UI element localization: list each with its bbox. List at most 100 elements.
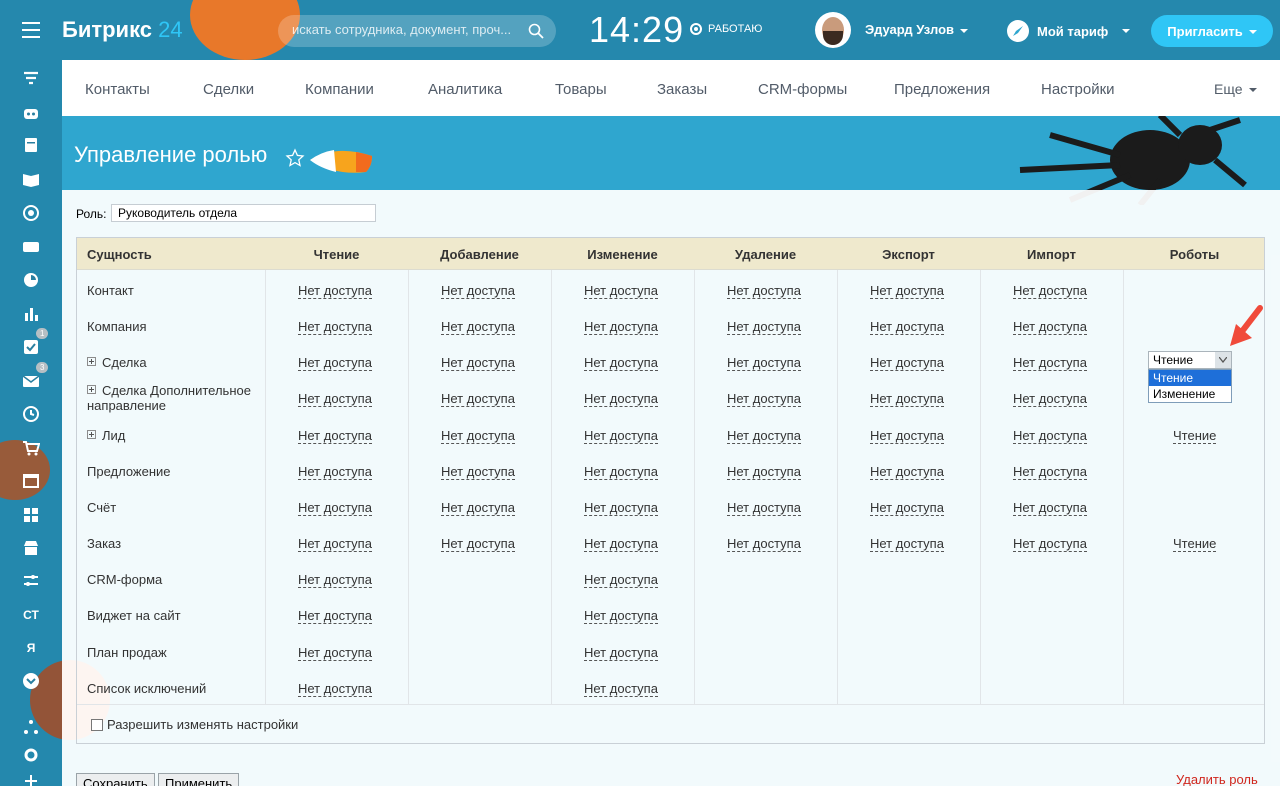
- permission-link[interactable]: Нет доступа: [298, 391, 372, 407]
- plus-icon[interactable]: [22, 772, 40, 786]
- expand-plus-icon[interactable]: [87, 385, 96, 394]
- apps-icon[interactable]: [22, 506, 40, 524]
- permission-link[interactable]: Нет доступа: [727, 283, 801, 299]
- permission-link[interactable]: Нет доступа: [584, 428, 658, 444]
- permission-link[interactable]: Нет доступа: [441, 355, 515, 371]
- tab-orders[interactable]: Заказы: [657, 81, 707, 98]
- target-icon[interactable]: [22, 204, 40, 222]
- time-icon[interactable]: [22, 405, 40, 423]
- settings-sliders-icon[interactable]: [22, 572, 40, 590]
- permission-link[interactable]: Нет доступа: [870, 536, 944, 552]
- permission-link[interactable]: Нет доступа: [441, 391, 515, 407]
- tab-deals[interactable]: Сделки: [203, 81, 254, 98]
- gear-icon[interactable]: [22, 746, 40, 764]
- permission-link[interactable]: Нет доступа: [584, 283, 658, 299]
- permission-link[interactable]: Нет доступа: [298, 319, 372, 335]
- permission-link[interactable]: Нет доступа: [584, 319, 658, 335]
- avatar[interactable]: [815, 12, 851, 48]
- document-icon[interactable]: [22, 136, 40, 154]
- clock-icon[interactable]: [22, 271, 40, 289]
- save-button[interactable]: Сохранить: [76, 773, 155, 786]
- permission-link[interactable]: Нет доступа: [441, 319, 515, 335]
- permission-link[interactable]: Нет доступа: [584, 681, 658, 697]
- sidebar-item-st[interactable]: СТ: [16, 608, 46, 622]
- permission-link[interactable]: Нет доступа: [298, 572, 372, 588]
- permission-link[interactable]: Нет доступа: [870, 500, 944, 516]
- permission-link[interactable]: Нет доступа: [1013, 464, 1087, 480]
- permission-link[interactable]: Нет доступа: [727, 536, 801, 552]
- permission-link[interactable]: Нет доступа: [584, 572, 658, 588]
- role-name-input[interactable]: [111, 204, 376, 222]
- permission-link[interactable]: Нет доступа: [584, 608, 658, 624]
- permission-link[interactable]: Нет доступа: [298, 464, 372, 480]
- mail-icon[interactable]: 3: [22, 362, 49, 390]
- expand-plus-icon[interactable]: [87, 430, 96, 439]
- chevron-down-icon[interactable]: [22, 672, 40, 690]
- permission-link[interactable]: Нет доступа: [441, 464, 515, 480]
- permission-link[interactable]: Нет доступа: [584, 536, 658, 552]
- tariff-menu[interactable]: Мой тариф: [1007, 20, 1131, 42]
- permission-link[interactable]: Нет доступа: [727, 391, 801, 407]
- store-icon[interactable]: [22, 539, 40, 557]
- tab-crm-forms[interactable]: CRM-формы: [758, 81, 847, 98]
- permission-link[interactable]: Нет доступа: [727, 355, 801, 371]
- tasks-icon[interactable]: 1: [22, 328, 49, 356]
- cart-icon[interactable]: [22, 439, 40, 457]
- permission-link[interactable]: Нет доступа: [727, 464, 801, 480]
- permission-link[interactable]: Нет доступа: [441, 500, 515, 516]
- tab-companies[interactable]: Компании: [305, 81, 374, 98]
- dropdown-option-read[interactable]: Чтение: [1149, 370, 1231, 386]
- tab-analytics[interactable]: Аналитика: [428, 81, 502, 98]
- network-icon[interactable]: [22, 718, 40, 736]
- permission-link[interactable]: Нет доступа: [298, 645, 372, 661]
- permission-link[interactable]: Нет доступа: [584, 645, 658, 661]
- tab-settings[interactable]: Настройки: [1041, 81, 1115, 98]
- permission-link[interactable]: Нет доступа: [298, 681, 372, 697]
- work-status-button[interactable]: РАБОТАЮ: [690, 23, 762, 35]
- permission-link[interactable]: Нет доступа: [1013, 391, 1087, 407]
- permission-link[interactable]: Нет доступа: [298, 428, 372, 444]
- permission-link[interactable]: Нет доступа: [298, 355, 372, 371]
- permission-link[interactable]: Нет доступа: [727, 500, 801, 516]
- permission-link[interactable]: Нет доступа: [1013, 428, 1087, 444]
- tab-contacts[interactable]: Контакты: [85, 81, 150, 98]
- permission-link[interactable]: Нет доступа: [298, 283, 372, 299]
- search-input[interactable]: [292, 22, 517, 37]
- permission-link[interactable]: Нет доступа: [298, 500, 372, 516]
- invite-button[interactable]: Пригласить: [1151, 15, 1273, 47]
- expand-plus-icon[interactable]: [87, 357, 96, 366]
- more-menu[interactable]: Еще: [1214, 81, 1257, 97]
- robot-icon[interactable]: [22, 103, 40, 121]
- search-icon[interactable]: [528, 23, 544, 39]
- permission-link[interactable]: Нет доступа: [584, 500, 658, 516]
- permission-link[interactable]: Нет доступа: [1013, 355, 1087, 371]
- apply-button[interactable]: Применить: [158, 773, 240, 786]
- permission-link[interactable]: Нет доступа: [1013, 319, 1087, 335]
- book-icon[interactable]: [22, 170, 40, 188]
- permission-link[interactable]: Нет доступа: [584, 391, 658, 407]
- permission-link[interactable]: Нет доступа: [870, 355, 944, 371]
- permission-link[interactable]: Нет доступа: [298, 608, 372, 624]
- delete-role-link[interactable]: Удалить роль: [1176, 772, 1258, 786]
- dropdown-option-edit[interactable]: Изменение: [1149, 386, 1231, 402]
- window-icon[interactable]: [22, 472, 40, 490]
- row-entity-name[interactable]: Сделка Дополнительное направление: [87, 383, 251, 413]
- tab-products[interactable]: Товары: [555, 81, 607, 98]
- permission-link[interactable]: Нет доступа: [1013, 500, 1087, 516]
- permission-link[interactable]: Нет доступа: [298, 536, 372, 552]
- star-icon[interactable]: [285, 148, 305, 168]
- permission-link[interactable]: Нет доступа: [870, 428, 944, 444]
- permission-link[interactable]: Нет доступа: [584, 355, 658, 371]
- user-menu[interactable]: Эдуард Узлов: [865, 22, 969, 37]
- robots-permission-link[interactable]: Чтение: [1173, 536, 1217, 552]
- permission-link[interactable]: Нет доступа: [1013, 536, 1087, 552]
- logo[interactable]: Битрикс 24: [62, 17, 183, 43]
- search-box[interactable]: [278, 15, 556, 47]
- permission-link[interactable]: Нет доступа: [441, 536, 515, 552]
- permission-link[interactable]: Нет доступа: [441, 428, 515, 444]
- chevron-down-icon[interactable]: [1215, 352, 1231, 368]
- filter-icon[interactable]: [22, 69, 40, 87]
- permission-link[interactable]: Нет доступа: [727, 319, 801, 335]
- row-entity-name[interactable]: Сделка: [87, 355, 147, 370]
- permission-link[interactable]: Нет доступа: [1013, 283, 1087, 299]
